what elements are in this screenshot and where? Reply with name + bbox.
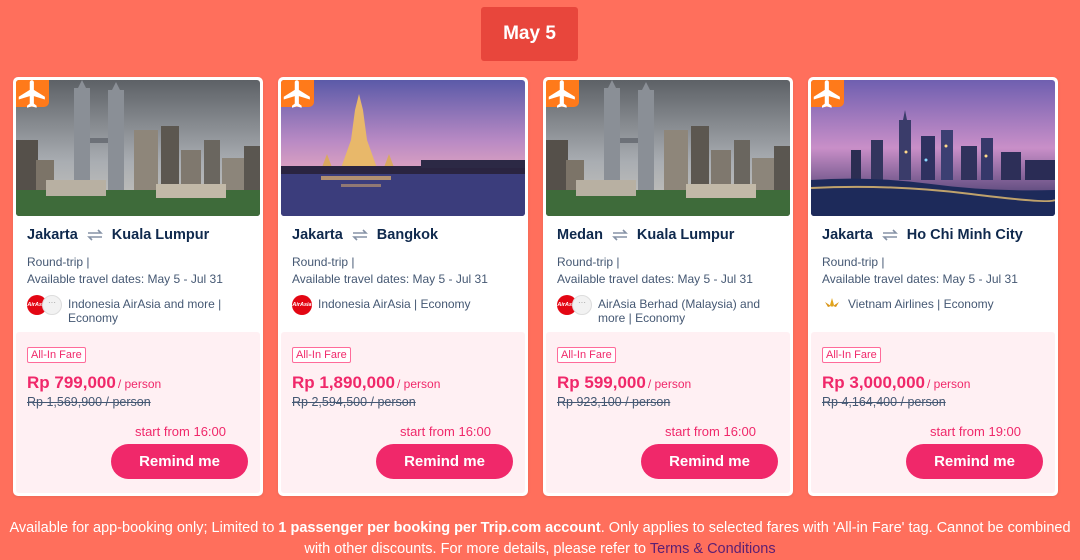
trip-type: Round-trip |	[557, 255, 620, 269]
origin-city: Jakarta	[822, 227, 873, 243]
flight-badge	[281, 80, 314, 108]
sale-start-time: start from 19:00	[929, 424, 1021, 439]
sale-start-time: start from 16:00	[134, 424, 226, 439]
all-in-fare-tag: All-In Fare	[292, 347, 351, 363]
trip-type: Round-trip |	[27, 255, 90, 269]
sale-price: Rp 799,000	[27, 373, 116, 392]
deal-card[interactable]: Jakarta Ho Chi Minh City Round-trip | Av…	[808, 77, 1058, 496]
trip-info: Round-trip | Available travel dates: May…	[557, 254, 785, 288]
trip-info: Round-trip | Available travel dates: May…	[27, 254, 255, 288]
price-section: All-In Fare Rp 799,000/ person Rp 1,569,…	[16, 332, 260, 493]
airplane-icon	[548, 80, 575, 108]
terms-and-conditions-link[interactable]: Terms & Conditions	[650, 541, 776, 557]
sale-price: Rp 3,000,000	[822, 373, 926, 392]
sale-price: Rp 1,890,000	[292, 373, 396, 392]
route: Jakarta Kuala Lumpur	[27, 227, 255, 243]
destination-city: Ho Chi Minh City	[906, 227, 1023, 243]
vietnam-airlines-lotus-icon	[825, 298, 839, 307]
airline-name: AirAsia Berhad (Malaysia) and more | Eco…	[598, 297, 761, 325]
all-in-fare-tag: All-In Fare	[27, 347, 86, 363]
original-price: Rp 923,100 / person	[557, 395, 671, 409]
remind-me-button[interactable]: Remind me	[906, 444, 1043, 479]
terms-note: Available for app-booking only; Limited …	[0, 518, 1080, 560]
per-person: / person	[117, 377, 162, 391]
price-section: All-In Fare Rp 599,000/ person Rp 923,10…	[546, 332, 790, 493]
terms-bold-limit: 1 passenger per booking per Trip.com acc…	[278, 520, 601, 536]
round-trip-arrows-icon	[881, 229, 899, 241]
airasia-logo: AirAsia	[292, 295, 312, 315]
airplane-icon	[18, 80, 45, 108]
remind-me-button[interactable]: Remind me	[111, 444, 248, 479]
airplane-icon	[283, 80, 310, 108]
travel-dates: Available travel dates: May 5 - Jul 31	[822, 272, 1018, 286]
trip-type: Round-trip |	[822, 255, 885, 269]
airline-info: AirAsia Indonesia AirAsia | Economy	[292, 294, 518, 315]
destination-city: Kuala Lumpur	[111, 227, 210, 243]
flight-badge	[811, 80, 844, 108]
flight-badge	[16, 80, 49, 108]
destination-photo	[546, 80, 790, 216]
original-price: Rp 4,164,400 / person	[822, 395, 946, 409]
destination-photo	[281, 80, 525, 216]
trip-info: Round-trip | Available travel dates: May…	[822, 254, 1050, 288]
airplane-icon	[813, 80, 840, 108]
sale-price: Rp 599,000	[557, 373, 646, 392]
destination-photo	[16, 80, 260, 216]
round-trip-arrows-icon	[86, 229, 104, 241]
origin-city: Jakarta	[27, 227, 78, 243]
sale-start-time: start from 16:00	[399, 424, 491, 439]
airline-info: AirAsia ··· Indonesia AirAsia and more |…	[27, 294, 253, 325]
destination-city: Kuala Lumpur	[636, 227, 735, 243]
route: Jakarta Ho Chi Minh City	[822, 227, 1050, 243]
original-price: Rp 1,569,900 / person	[27, 395, 151, 409]
round-trip-arrows-icon	[611, 229, 629, 241]
per-person: / person	[397, 377, 441, 391]
round-trip-arrows-icon	[351, 229, 369, 241]
route: Medan Kuala Lumpur	[557, 227, 785, 243]
price-section: All-In Fare Rp 1,890,000/ person Rp 2,59…	[281, 332, 525, 493]
origin-city: Jakarta	[292, 227, 343, 243]
terms-text-before: Available for app-booking only; Limited …	[9, 520, 279, 536]
more-airlines-icon: ···	[572, 295, 592, 315]
travel-dates: Available travel dates: May 5 - Jul 31	[27, 272, 223, 286]
remind-me-button[interactable]: Remind me	[376, 444, 513, 479]
flight-badge	[546, 80, 579, 108]
airline-name: Indonesia AirAsia | Economy	[318, 297, 471, 311]
price-section: All-In Fare Rp 3,000,000/ person Rp 4,16…	[811, 332, 1055, 493]
route: Jakarta Bangkok	[292, 227, 520, 243]
deal-card[interactable]: Jakarta Kuala Lumpur Round-trip | Availa…	[13, 77, 263, 496]
airline-info: Vietnam Airlines | Economy	[822, 294, 1048, 311]
all-in-fare-tag: All-In Fare	[822, 347, 881, 363]
destination-photo	[811, 80, 1055, 216]
origin-city: Medan	[557, 227, 603, 243]
deal-card[interactable]: Medan Kuala Lumpur Round-trip | Availabl…	[543, 77, 793, 496]
per-person: / person	[647, 377, 692, 391]
more-airlines-icon: ···	[42, 295, 62, 315]
travel-dates: Available travel dates: May 5 - Jul 31	[557, 272, 753, 286]
per-person: / person	[927, 377, 971, 391]
destination-city: Bangkok	[376, 227, 439, 243]
trip-type: Round-trip |	[292, 255, 355, 269]
airline-name: Indonesia AirAsia and more | Economy	[68, 297, 222, 325]
original-price: Rp 2,594,500 / person	[292, 395, 416, 409]
travel-dates: Available travel dates: May 5 - Jul 31	[292, 272, 488, 286]
date-tab-may-5[interactable]: May 5	[481, 7, 578, 61]
deal-card[interactable]: Jakarta Bangkok Round-trip | Available t…	[278, 77, 528, 496]
sale-start-time: start from 16:00	[664, 424, 756, 439]
all-in-fare-tag: All-In Fare	[557, 347, 616, 363]
airline-info: AirAsia ··· AirAsia Berhad (Malaysia) an…	[557, 294, 783, 325]
remind-me-button[interactable]: Remind me	[641, 444, 778, 479]
airline-name: Vietnam Airlines | Economy	[848, 297, 994, 311]
trip-info: Round-trip | Available travel dates: May…	[292, 254, 520, 288]
